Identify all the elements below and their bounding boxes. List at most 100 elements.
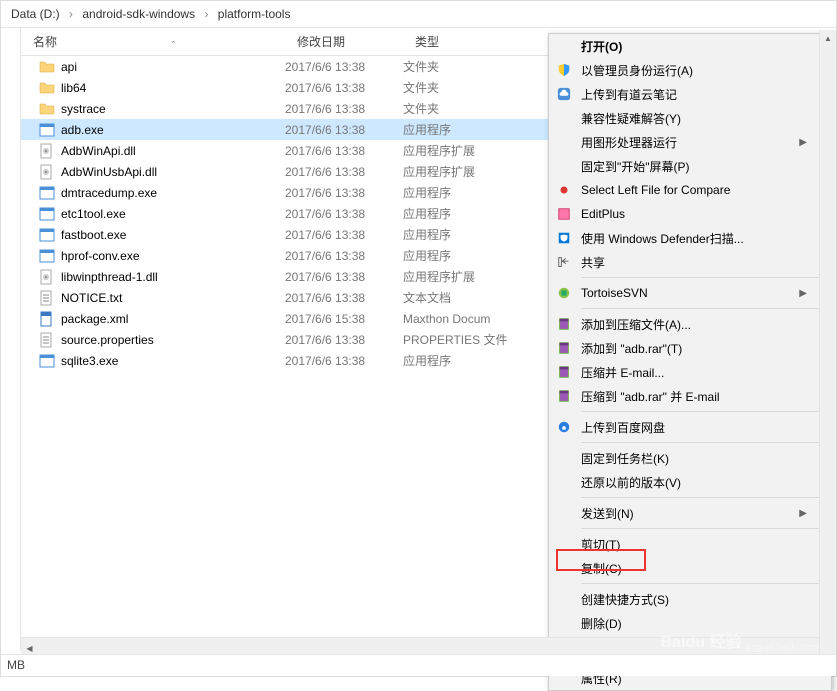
file-type: 应用程序扩展 (403, 163, 553, 180)
menu-item-label: 添加到压缩文件(A)... (575, 316, 807, 333)
menu-item[interactable]: 复制(C) (549, 556, 831, 580)
file-name: etc1tool.exe (61, 207, 285, 221)
baidu-icon (553, 420, 575, 434)
file-type: 应用程序 (403, 352, 553, 369)
breadcrumb[interactable]: Data (D:) › android-sdk-windows › platfo… (1, 1, 836, 28)
file-type: PROPERTIES 文件 (403, 331, 553, 348)
file-type: 应用程序 (403, 184, 553, 201)
scrollbar-vertical[interactable]: ▲ (819, 30, 836, 654)
menu-item-label: 共享 (575, 254, 807, 271)
file-name: systrace (61, 102, 285, 116)
menu-item[interactable]: EditPlus (549, 202, 831, 226)
file-name: hprof-conv.exe (61, 249, 285, 263)
cloud-blue-icon (553, 87, 575, 101)
dll-icon (39, 269, 55, 285)
menu-item-label: 固定到任务栏(K) (575, 450, 807, 467)
menu-item[interactable]: 添加到 "adb.rar"(T) (549, 336, 831, 360)
menu-item[interactable]: 上传到百度网盘 (549, 415, 831, 439)
editplus-icon (553, 207, 575, 221)
menu-item[interactable]: 还原以前的版本(V) (549, 470, 831, 494)
menu-item[interactable]: 压缩并 E-mail... (549, 360, 831, 384)
exe-icon (39, 248, 55, 264)
breadcrumb-part[interactable]: platform-tools (218, 7, 291, 21)
file-date: 2017/6/6 13:38 (285, 144, 403, 158)
column-type[interactable]: 类型 (403, 33, 533, 50)
menu-item[interactable]: 打开(O) (549, 34, 831, 58)
txt-icon (39, 332, 55, 348)
breadcrumb-part[interactable]: Data (D:) (11, 7, 60, 21)
menu-item[interactable]: 添加到压缩文件(A)... (549, 312, 831, 336)
file-name: AdbWinUsbApi.dll (61, 165, 285, 179)
share-icon (553, 255, 575, 269)
file-name: sqlite3.exe (61, 354, 285, 368)
menu-item[interactable]: 兼容性疑难解答(Y) (549, 106, 831, 130)
menu-item-label: 剪切(T) (575, 536, 807, 553)
menu-item-label: 删除(D) (575, 615, 807, 632)
menu-separator (581, 583, 830, 584)
menu-item[interactable]: 创建快捷方式(S) (549, 587, 831, 611)
submenu-arrow-icon: ▶ (799, 288, 807, 299)
column-date[interactable]: 修改日期 (285, 33, 403, 50)
file-date: 2017/6/6 13:38 (285, 291, 403, 305)
folder-icon (39, 59, 55, 75)
rar-icon (553, 389, 575, 403)
scrollbar-horizontal[interactable]: ◀ (21, 637, 819, 654)
file-date: 2017/6/6 13:38 (285, 165, 403, 179)
file-type: 应用程序 (403, 121, 553, 138)
menu-item-label: 打开(O) (575, 38, 807, 55)
file-date: 2017/6/6 13:38 (285, 60, 403, 74)
txt-icon (39, 290, 55, 306)
submenu-arrow-icon: ▶ (799, 508, 807, 519)
menu-item-label: 压缩到 "adb.rar" 并 E-mail (575, 388, 807, 405)
annotation-highlight (21, 371, 109, 393)
menu-item[interactable]: 剪切(T) (549, 532, 831, 556)
menu-item-label: Select Left File for Compare (575, 183, 807, 197)
menu-item[interactable]: 上传到有道云笔记 (549, 82, 831, 106)
menu-item-label: TortoiseSVN (575, 286, 799, 300)
menu-item[interactable]: 以管理员身份运行(A) (549, 58, 831, 82)
file-name: AdbWinApi.dll (61, 144, 285, 158)
red-dot-icon (553, 183, 575, 197)
file-name: fastboot.exe (61, 228, 285, 242)
rar-icon (553, 341, 575, 355)
dll-icon (39, 164, 55, 180)
file-date: 2017/6/6 15:38 (285, 312, 403, 326)
menu-separator (581, 277, 830, 278)
menu-item[interactable]: 固定到"开始"屏幕(P) (549, 154, 831, 178)
scroll-up-icon[interactable]: ▲ (820, 30, 836, 47)
context-menu[interactable]: 打开(O) 以管理员身份运行(A)上传到有道云笔记兼容性疑难解答(Y) 用图形处理器… (548, 33, 832, 691)
menu-item[interactable]: 共享 (549, 250, 831, 274)
file-date: 2017/6/6 13:38 (285, 81, 403, 95)
breadcrumb-part[interactable]: android-sdk-windows (82, 7, 195, 21)
file-date: 2017/6/6 13:38 (285, 354, 403, 368)
chevron-right-icon: › (204, 7, 208, 21)
menu-separator (581, 442, 830, 443)
menu-item-label: EditPlus (575, 207, 807, 221)
submenu-arrow-icon: ▶ (799, 137, 807, 148)
file-date: 2017/6/6 13:38 (285, 333, 403, 347)
tree-gutter (1, 28, 21, 651)
menu-separator (581, 308, 830, 309)
menu-item[interactable]: Select Left File for Compare (549, 178, 831, 202)
menu-separator (581, 528, 830, 529)
menu-item-label: 添加到 "adb.rar"(T) (575, 340, 807, 357)
menu-item[interactable]: TortoiseSVN▶ (549, 281, 831, 305)
file-type: 文件夹 (403, 58, 553, 75)
menu-item-label: 上传到百度网盘 (575, 419, 807, 436)
menu-item[interactable]: 用图形处理器运行▶ (549, 130, 831, 154)
column-name[interactable]: ˆ 名称 (21, 33, 285, 50)
menu-item-label: 发送到(N) (575, 505, 799, 522)
menu-separator (581, 411, 830, 412)
menu-item-label: 固定到"开始"屏幕(P) (575, 158, 807, 175)
menu-item[interactable]: 使用 Windows Defender扫描... (549, 226, 831, 250)
menu-item[interactable]: 固定到任务栏(K) (549, 446, 831, 470)
menu-item[interactable]: 发送到(N)▶ (549, 501, 831, 525)
menu-item-label: 兼容性疑难解答(Y) (575, 110, 807, 127)
file-type: 应用程序 (403, 247, 553, 264)
exe-icon (39, 122, 55, 138)
menu-item[interactable]: 压缩到 "adb.rar" 并 E-mail (549, 384, 831, 408)
menu-item[interactable]: 删除(D) (549, 611, 831, 635)
sort-ascending-icon: ˆ (172, 40, 175, 50)
file-date: 2017/6/6 13:38 (285, 186, 403, 200)
menu-item-label: 用图形处理器运行 (575, 134, 799, 151)
